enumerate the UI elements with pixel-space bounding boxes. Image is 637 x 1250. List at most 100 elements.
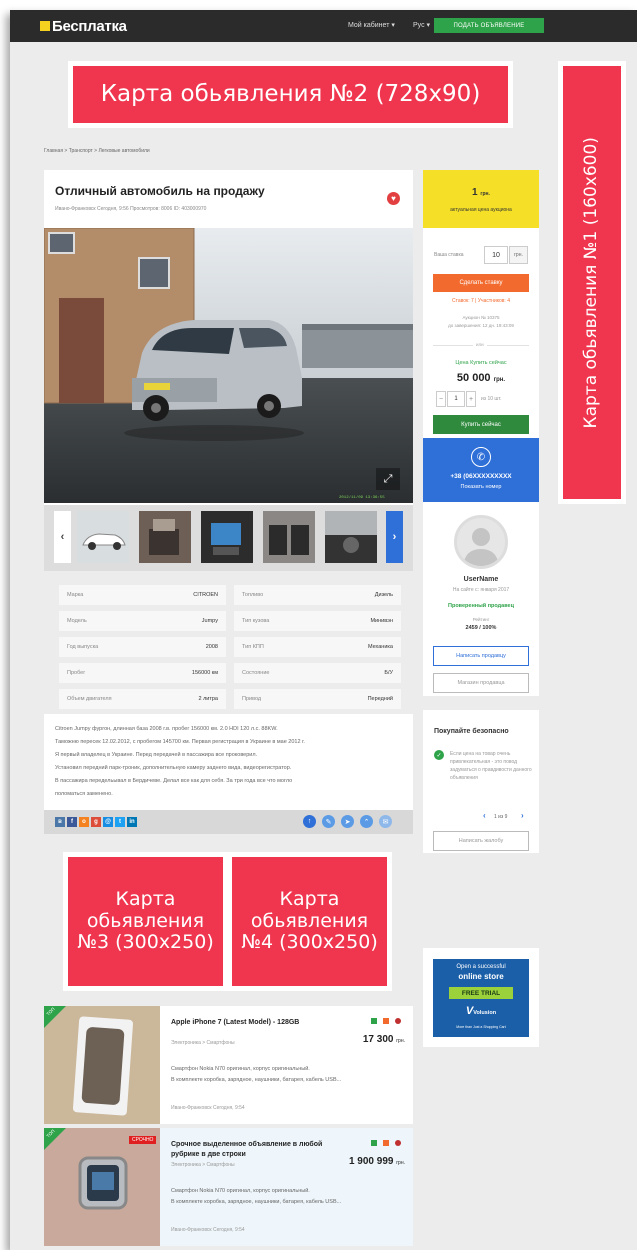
thumbs-next-arrow-icon[interactable]: › [386, 511, 403, 563]
share-mail-icon[interactable]: @ [103, 817, 113, 827]
description-line: Citroen Jumpy фургон, длинная база 2008 … [55, 726, 278, 732]
spec-value: Передний [367, 696, 393, 702]
share-linkedin-icon[interactable]: in [127, 817, 137, 827]
avatar[interactable] [454, 515, 508, 569]
phone-number: +38 (06XXXXXXXXX [450, 473, 512, 480]
site-logo[interactable]: Бесплатка [40, 17, 127, 35]
favorite-heart-icon[interactable]: ♥ [387, 192, 400, 205]
main-photo[interactable]: 2012/11/09 13:36:55 ⤢ [44, 228, 413, 503]
item-footer: Ивано-Франковск Сегодня, 9:54 [171, 1105, 245, 1111]
write-seller-button[interactable]: Написать продавцу [433, 646, 529, 666]
check-icon: ✓ [434, 750, 444, 760]
description-line: Установил передний парк-троник, дополнит… [55, 765, 292, 771]
free-trial-button[interactable]: FREE TRIAL [449, 987, 513, 999]
spec-row: Тип кузова Минивэн [234, 611, 401, 631]
description-line: поломаться заменено. [55, 791, 113, 797]
post-ad-button[interactable]: ПОДАТЬ ОБЪЯВЛЕНИЕ [434, 18, 544, 33]
message-icon[interactable]: ✉ [379, 815, 392, 828]
thumbnail-1[interactable] [77, 511, 129, 563]
buy-now-currency: грн. [493, 377, 506, 383]
item-desc-line: В комплекте коробка, зарядное, наушники,… [171, 1077, 342, 1083]
listing-thumb[interactable]: ТОП СРОЧНО [44, 1128, 160, 1246]
language-menu[interactable]: Рус ▾ [413, 21, 430, 29]
verified-badge: Проверенный продавец [448, 603, 514, 609]
fullscreen-expand-icon[interactable]: ⤢ [376, 468, 400, 490]
bid-input[interactable]: 10 [484, 246, 508, 264]
spec-value: 156000 км [191, 670, 218, 676]
item-category[interactable]: Электроника > Смартфоны [171, 1040, 235, 1046]
safety-tips-panel: Покупайте безопасно ✓ Если цена на товар… [423, 710, 539, 853]
or-separator: или [473, 342, 487, 347]
volusion-banner[interactable]: Open a successful online store FREE TRIA… [433, 959, 529, 1037]
item-desc-line: Смартфон Nokia N70 оригинал, корпус ориг… [171, 1188, 310, 1194]
ad-slot-side[interactable]: Карта обьявления №1 (160x600) [558, 61, 626, 504]
item-description: Смартфон Nokia N70 оригинал, корпус ориг… [171, 1064, 406, 1086]
auction-ends: до завершения: 12 дн. 19:43:09 [448, 323, 514, 328]
heart-icon[interactable] [395, 1140, 401, 1146]
my-cabinet-menu[interactable]: Мой кабинет ▾ [348, 21, 395, 29]
item-title[interactable]: Apple iPhone 7 (Latest Model) - 128GB [171, 1018, 341, 1028]
thumb-car-white-image [77, 511, 129, 563]
spec-key: Тип КПП [242, 644, 264, 650]
share-facebook-icon[interactable]: f [67, 817, 77, 827]
thumb-interior-image [139, 511, 191, 563]
item-price: 1 900 999 грн. [349, 1156, 405, 1167]
seller-panel: UserName На сайте с: января 2017 Провере… [423, 502, 539, 696]
page-frame: Бесплатка Мой кабинет ▾ Рус ▾ ПОДАТЬ ОБЪ… [10, 10, 637, 1250]
thumbnail-5[interactable] [325, 511, 377, 563]
ad-slot-mid-right[interactable]: Карта обьявления №4 (300x250) [227, 852, 392, 991]
heart-icon[interactable] [395, 1018, 401, 1024]
contact-phone-box[interactable]: ✆ +38 (06XXXXXXXXX Показать номер [423, 438, 539, 502]
thumbnail-4[interactable] [263, 511, 315, 563]
listing-item-highlighted[interactable]: ТОП СРОЧНО Срочное выделенное объявление… [44, 1128, 413, 1246]
ad-slot-top[interactable]: Карта обьявления №2 (728x90) [68, 61, 513, 128]
price-note: актуальная цена аукциона [450, 207, 512, 213]
share-google-plus-icon[interactable]: g [91, 817, 101, 827]
listing-item[interactable]: ТОП Apple iPhone 7 (Latest Model) - 128G… [44, 1006, 413, 1124]
report-button[interactable]: Написать жалобу [433, 831, 529, 851]
rating-label: Рейтинг [472, 617, 490, 622]
share-odnoklassniki-icon[interactable]: о [79, 817, 89, 827]
description-line: Таможню пересек 12.02.2012, с пробегом 1… [55, 739, 305, 745]
buy-now-button[interactable]: Купить сейчас [433, 415, 529, 434]
spec-key: Год выпуска [67, 644, 99, 650]
item-category[interactable]: Электроника > Смартфоны [171, 1162, 235, 1168]
item-footer: Ивано-Франковск Сегодня, 9:54 [171, 1227, 245, 1233]
place-bid-button[interactable]: Сделать ставку [433, 274, 529, 292]
spec-value: Jumpy [201, 618, 218, 624]
tips-next-arrow-icon[interactable]: › [521, 811, 524, 820]
seller-shop-button[interactable]: Магазин продавца [433, 673, 529, 693]
tips-prev-arrow-icon[interactable]: ‹ [483, 811, 486, 820]
item-icons [371, 1140, 401, 1146]
spec-value: Минивэн [370, 618, 393, 624]
thumbs-prev-arrow-icon[interactable]: ‹ [54, 511, 71, 563]
seller-name[interactable]: UserName [423, 576, 539, 583]
spec-key: Марка [67, 592, 84, 598]
scroll-up-icon[interactable]: ↑ [303, 815, 316, 828]
breadcrumb[interactable]: Главная > Транспорт > Легковые автомобил… [44, 148, 150, 154]
ad-slot-mid-left[interactable]: Карта обьявления №3 (300x250) [63, 852, 228, 991]
spec-value: Б/У [384, 670, 393, 676]
thumbnail-3[interactable] [201, 511, 253, 563]
qty-plus-button[interactable]: + [466, 391, 476, 407]
spec-row: Модель Jumpy [59, 611, 226, 631]
spec-key: Привод [242, 696, 262, 702]
listing-thumb[interactable]: ТОП [44, 1006, 160, 1124]
auction-stats[interactable]: Ставок: 7 | Участников: 4 [423, 298, 539, 304]
hammer-icon [383, 1140, 389, 1146]
item-description: Смартфон Nokia N70 оригинал, корпус ориг… [171, 1186, 406, 1208]
share-twitter-icon[interactable]: t [115, 817, 125, 827]
thumbnail-2[interactable] [139, 511, 191, 563]
share-vk-icon[interactable]: в [55, 817, 65, 827]
edit-pencil-icon[interactable]: ✎ [322, 815, 335, 828]
send-plane-icon[interactable]: ➤ [341, 815, 354, 828]
promote-up-icon[interactable]: ⌃ [360, 815, 373, 828]
item-title[interactable]: Срочное выделенное объявление в любой ру… [171, 1140, 341, 1160]
description-line: В пассажира передельывал в Бердичеве. Де… [55, 778, 293, 784]
qty-minus-button[interactable]: − [436, 391, 446, 407]
spec-row: Топливо Дизель [234, 585, 401, 605]
item-price: 17 300 грн. [363, 1034, 405, 1045]
spec-value: Механика [367, 644, 393, 650]
qty-input[interactable]: 1 [447, 391, 465, 407]
spec-row: Объем двигателя 2 литра [59, 689, 226, 709]
